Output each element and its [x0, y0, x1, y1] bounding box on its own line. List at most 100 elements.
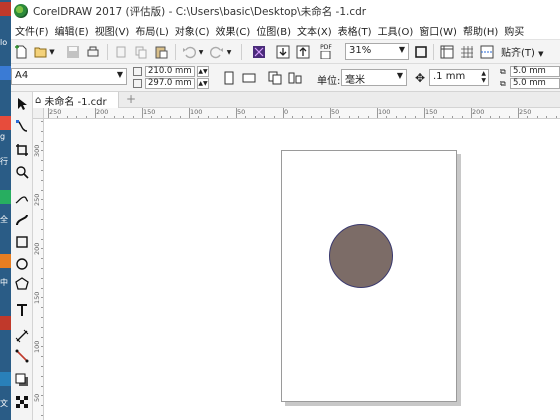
undo-icon[interactable]	[181, 44, 197, 60]
copy-icon[interactable]	[133, 44, 149, 60]
width-icon	[133, 67, 142, 76]
redo-icon[interactable]	[209, 44, 225, 60]
ellipse-shape[interactable]	[329, 224, 393, 288]
desktop-icon-7[interactable]	[0, 372, 11, 386]
ruler-tick	[41, 375, 43, 377]
export-icon[interactable]	[295, 44, 311, 60]
ruler-label: 100	[33, 340, 41, 353]
zoom-level-select[interactable]: 31% ▼	[345, 43, 409, 60]
ruler-tick	[518, 108, 519, 118]
desktop-icon-4[interactable]	[0, 190, 11, 204]
ruler-tick	[179, 116, 181, 118]
menu-effects[interactable]: 效果(C)	[216, 23, 251, 38]
add-tab-icon[interactable]: +	[125, 93, 137, 105]
freehand-tool-icon[interactable]	[14, 190, 30, 206]
show-guidelines-icon[interactable]	[479, 44, 495, 60]
search-content-icon[interactable]	[251, 44, 267, 60]
undo-dropdown-icon[interactable]: ▼	[197, 44, 205, 60]
ruler-tick	[41, 130, 43, 132]
ellipse-tool-icon[interactable]	[14, 256, 30, 272]
drawing-canvas[interactable]	[45, 120, 560, 420]
redo-dropdown-icon[interactable]: ▼	[225, 44, 233, 60]
window-title: CorelDRAW 2017 (评估版) - C:\Users\basic\De…	[33, 5, 367, 18]
text-tool-icon[interactable]	[14, 302, 30, 318]
ruler-tick	[217, 116, 219, 118]
page-size-select[interactable]: A4 ▼	[11, 68, 127, 85]
desktop-icon-5[interactable]	[0, 254, 11, 268]
paste-icon[interactable]	[153, 44, 169, 60]
page-height-field[interactable]: 297.0 mm	[145, 78, 195, 89]
menu-text[interactable]: 文本(X)	[297, 23, 332, 38]
drop-shadow-tool-icon[interactable]	[14, 372, 30, 388]
snap-to-button[interactable]: 贴齐(T) ▼	[501, 44, 544, 59]
menu-window[interactable]: 窗口(W)	[419, 23, 457, 38]
nudge-spinner[interactable]: ▲ ▼	[481, 70, 486, 84]
units-select[interactable]: 毫米 ▼	[341, 69, 407, 86]
zoom-tool-icon[interactable]	[14, 164, 30, 180]
menu-layout[interactable]: 布局(L)	[135, 23, 168, 38]
home-icon[interactable]: ⌂	[35, 95, 41, 106]
portrait-icon[interactable]	[221, 70, 237, 86]
dup-x-field[interactable]: 5.0 mm	[510, 66, 560, 77]
connector-tool-icon[interactable]	[14, 348, 30, 364]
menu-edit[interactable]: 编辑(E)	[55, 23, 89, 38]
ruler-tick	[395, 116, 397, 118]
desktop-label-5: 中	[0, 278, 8, 287]
publish-to-pdf-icon[interactable]: PDF	[315, 44, 337, 60]
menu-help[interactable]: 帮助(H)	[463, 23, 498, 38]
print-icon[interactable]	[85, 44, 101, 60]
show-rulers-icon[interactable]	[439, 44, 455, 60]
ruler-origin[interactable]	[33, 108, 44, 119]
width-spinner[interactable]: ▲▼	[197, 66, 209, 77]
new-document-icon[interactable]	[13, 44, 29, 60]
landscape-icon[interactable]	[241, 70, 257, 86]
nudge-distance-field[interactable]: .1 mm ▲ ▼	[429, 69, 489, 86]
ruler-label: 200	[472, 108, 485, 116]
ruler-tick	[292, 116, 294, 118]
parallel-dimension-tool-icon[interactable]	[14, 328, 30, 344]
artistic-media-tool-icon[interactable]	[14, 212, 30, 228]
ruler-tick	[41, 228, 43, 230]
transparency-tool-icon[interactable]	[14, 394, 30, 410]
units-label: 单位:	[317, 76, 341, 87]
all-pages-icon[interactable]	[267, 70, 283, 86]
ruler-label: 200	[96, 108, 109, 116]
menu-file[interactable]: 文件(F)	[15, 23, 49, 38]
dup-y-field[interactable]: 5.0 mm	[510, 78, 560, 89]
ruler-tick	[48, 108, 49, 118]
menu-table[interactable]: 表格(T)	[338, 23, 372, 38]
menu-view[interactable]: 视图(V)	[95, 23, 130, 38]
import-icon[interactable]	[275, 44, 291, 60]
polygon-tool-icon[interactable]	[14, 276, 30, 292]
coreldraw-logo-icon	[14, 4, 28, 18]
desktop-icon-1[interactable]	[0, 2, 11, 16]
ruler-label: 0	[284, 108, 289, 116]
shape-tool-icon[interactable]	[14, 118, 30, 134]
ruler-label: 200	[33, 242, 41, 255]
ruler-tick	[41, 366, 43, 367]
show-grid-icon[interactable]	[459, 44, 475, 60]
full-screen-preview-icon[interactable]	[413, 44, 429, 60]
save-icon[interactable]	[65, 44, 81, 60]
menu-object[interactable]: 对象(C)	[175, 23, 210, 38]
document-tab[interactable]: ⌂ 未命名 -1.cdr	[33, 92, 119, 108]
drawing-page[interactable]	[281, 150, 457, 402]
ruler-tick	[160, 116, 162, 118]
menu-bitmaps[interactable]: 位图(B)	[256, 23, 291, 38]
open-dropdown-icon[interactable]: ▼	[47, 44, 57, 60]
desktop-icon-6[interactable]	[0, 316, 11, 330]
page-width-field[interactable]: 210.0 mm	[145, 66, 195, 77]
desktop-icon-2[interactable]	[0, 66, 11, 80]
cut-icon[interactable]	[113, 44, 129, 60]
menu-tools[interactable]: 工具(O)	[378, 23, 414, 38]
height-spinner[interactable]: ▲▼	[197, 78, 209, 89]
ruler-tick	[41, 277, 43, 279]
vertical-ruler[interactable]: 300 250 200 150 100 50	[33, 119, 44, 420]
horizontal-ruler[interactable]: 250 200 150 100 50 0 50 100 150 200 250	[44, 108, 560, 119]
rectangle-tool-icon[interactable]	[14, 234, 30, 250]
crop-tool-icon[interactable]	[14, 142, 30, 158]
desktop-icon-3[interactable]	[0, 116, 11, 130]
menu-buy[interactable]: 购买	[504, 23, 524, 38]
current-page-icon[interactable]	[287, 70, 303, 86]
pick-tool-icon[interactable]	[14, 96, 30, 112]
